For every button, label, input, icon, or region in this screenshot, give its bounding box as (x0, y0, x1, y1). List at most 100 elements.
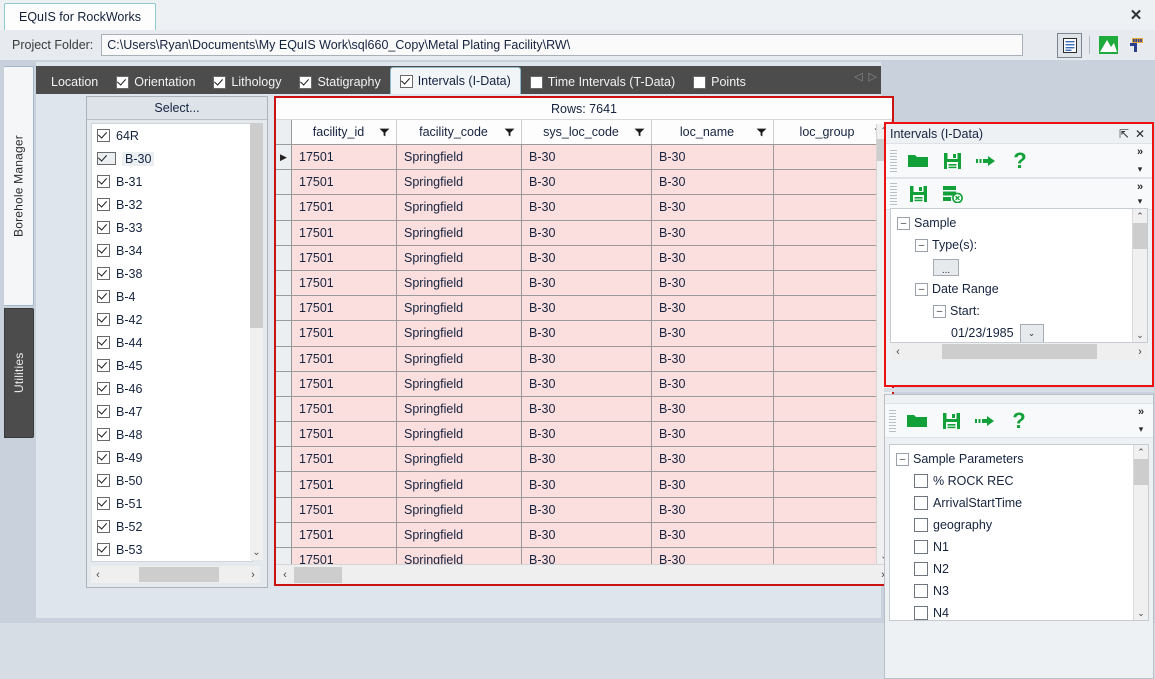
row-indicator[interactable] (276, 498, 292, 522)
open-folder-icon[interactable] (900, 408, 934, 434)
chevron-down-icon[interactable]: ⌄ (1020, 324, 1044, 343)
tree-node[interactable]: geography (890, 514, 1134, 536)
scroll-down-icon[interactable]: ⌄ (1133, 328, 1147, 342)
tree-node-checkbox[interactable] (914, 606, 928, 620)
borehole-list-vscrollbar[interactable]: ⌄ (250, 123, 263, 560)
list-item-checkbox[interactable] (97, 474, 110, 487)
apply-arrow-icon[interactable] (969, 148, 1003, 174)
cell-facility_id[interactable]: 17501 (292, 195, 397, 219)
list-item-checkbox[interactable] (97, 152, 116, 165)
list-item-checkbox[interactable] (97, 221, 110, 234)
close-icon[interactable]: ✕ (1125, 4, 1147, 26)
list-item-checkbox[interactable] (97, 129, 110, 142)
scroll-down-icon[interactable]: ⌄ (250, 545, 263, 560)
open-folder-icon[interactable] (901, 148, 935, 174)
row-indicator[interactable] (276, 548, 292, 564)
list-item-checkbox[interactable] (97, 543, 110, 556)
cell-facility_code[interactable]: Springfield (397, 472, 522, 496)
save-icon[interactable] (901, 181, 935, 207)
cell-facility_code[interactable]: Springfield (397, 145, 522, 169)
cell-loc_name[interactable]: B-30 (652, 271, 774, 295)
scroll-thumb[interactable] (1134, 459, 1148, 485)
cell-loc_group[interactable] (774, 447, 877, 471)
cell-facility_id[interactable]: 17501 (292, 296, 397, 320)
list-item-checkbox[interactable] (97, 313, 110, 326)
list-item-checkbox[interactable] (97, 405, 110, 418)
tab-checkbox[interactable] (400, 75, 413, 88)
row-indicator[interactable] (276, 296, 292, 320)
tab-checkbox[interactable] (213, 76, 226, 89)
cell-loc_name[interactable]: B-30 (652, 548, 774, 564)
toolbar-grip[interactable] (890, 150, 897, 172)
cell-loc_name[interactable]: B-30 (652, 523, 774, 547)
cell-loc_name[interactable]: B-30 (652, 321, 774, 345)
cell-facility_id[interactable]: 17501 (292, 372, 397, 396)
cell-loc_group[interactable] (774, 498, 877, 522)
table-row[interactable]: 17501SpringfieldB-30B-30 (276, 321, 877, 346)
tree-node[interactable]: –Sample (891, 212, 1133, 234)
cell-loc_name[interactable]: B-30 (652, 170, 774, 194)
table-row[interactable]: 17501SpringfieldB-30B-30 (276, 170, 877, 195)
cell-facility_id[interactable]: 17501 (292, 145, 397, 169)
tab-lithology[interactable]: Lithology (204, 70, 290, 94)
scroll-up-icon[interactable]: ⌃ (1133, 209, 1147, 223)
cell-facility_id[interactable]: 17501 (292, 246, 397, 270)
table-row[interactable]: 17501SpringfieldB-30B-30 (276, 347, 877, 372)
cell-sys_loc_code[interactable]: B-30 (522, 195, 652, 219)
scroll-right-icon[interactable]: › (246, 569, 260, 581)
tree-node[interactable]: –Start: (891, 300, 1133, 322)
cell-loc_group[interactable] (774, 321, 877, 345)
pin-icon[interactable]: ⇱ (1116, 127, 1132, 141)
cell-loc_name[interactable]: B-30 (652, 195, 774, 219)
table-row[interactable]: 17501SpringfieldB-30B-30 (276, 523, 877, 548)
cell-sys_loc_code[interactable]: B-30 (522, 447, 652, 471)
list-item-checkbox[interactable] (97, 198, 110, 211)
row-indicator[interactable] (276, 321, 292, 345)
tree-node-checkbox[interactable] (914, 584, 928, 598)
table-row[interactable]: 17501SpringfieldB-30B-30 (276, 221, 877, 246)
cell-facility_id[interactable]: 17501 (292, 548, 397, 564)
cell-loc_group[interactable] (774, 347, 877, 371)
toolbar-overflow-icon[interactable]: » (1132, 181, 1148, 194)
cell-facility_id[interactable]: 17501 (292, 321, 397, 345)
cell-loc_name[interactable]: B-30 (652, 422, 774, 446)
tree-node[interactable]: –Date Range (891, 278, 1133, 300)
scroll-down-icon[interactable]: ⌄ (1134, 606, 1148, 620)
list-item-checkbox[interactable] (97, 290, 110, 303)
cell-facility_id[interactable]: 17501 (292, 170, 397, 194)
table-row[interactable]: 17501SpringfieldB-30B-30 (276, 397, 877, 422)
cell-loc_group[interactable] (774, 221, 877, 245)
cell-loc_group[interactable] (774, 372, 877, 396)
scroll-left-icon[interactable]: ‹ (276, 569, 294, 581)
cell-facility_id[interactable]: 17501 (292, 422, 397, 446)
list-item[interactable]: B-52 (92, 515, 252, 538)
cell-loc_name[interactable]: B-30 (652, 372, 774, 396)
table-row[interactable]: 17501SpringfieldB-30B-30 (276, 372, 877, 397)
tree-node[interactable]: N1 (890, 536, 1134, 558)
project-folder-input[interactable]: C:\Users\Ryan\Documents\My EQuIS Work\sq… (101, 34, 1023, 56)
column-header-facility_code[interactable]: facility_code (397, 120, 522, 144)
cell-loc_name[interactable]: B-30 (652, 221, 774, 245)
row-indicator[interactable] (276, 221, 292, 245)
list-item-checkbox[interactable] (97, 428, 110, 441)
list-item[interactable]: B-38 (92, 262, 252, 285)
tab-prev-icon[interactable]: ◁ (854, 70, 862, 83)
tree-node-checkbox[interactable] (914, 474, 928, 488)
cell-facility_code[interactable]: Springfield (397, 321, 522, 345)
tree-node[interactable]: ... (891, 256, 1133, 278)
cell-sys_loc_code[interactable]: B-30 (522, 296, 652, 320)
toolbar-grip[interactable] (890, 183, 897, 205)
list-item[interactable]: B-48 (92, 423, 252, 446)
tab-time-intervals-t-data[interactable]: Time Intervals (T-Data) (521, 70, 684, 94)
cell-loc_group[interactable] (774, 548, 877, 564)
cell-sys_loc_code[interactable]: B-30 (522, 246, 652, 270)
scroll-right-icon[interactable]: › (1132, 346, 1148, 358)
column-header-loc_group[interactable]: loc_group (774, 120, 892, 144)
list-item[interactable]: B-49 (92, 446, 252, 469)
cell-sys_loc_code[interactable]: B-30 (522, 472, 652, 496)
help-question-icon[interactable]: ? (1003, 148, 1037, 174)
cell-facility_code[interactable]: Springfield (397, 422, 522, 446)
cell-loc_group[interactable] (774, 170, 877, 194)
table-row[interactable]: 17501SpringfieldB-30B-30 (276, 246, 877, 271)
blank-button[interactable] (1029, 34, 1052, 57)
